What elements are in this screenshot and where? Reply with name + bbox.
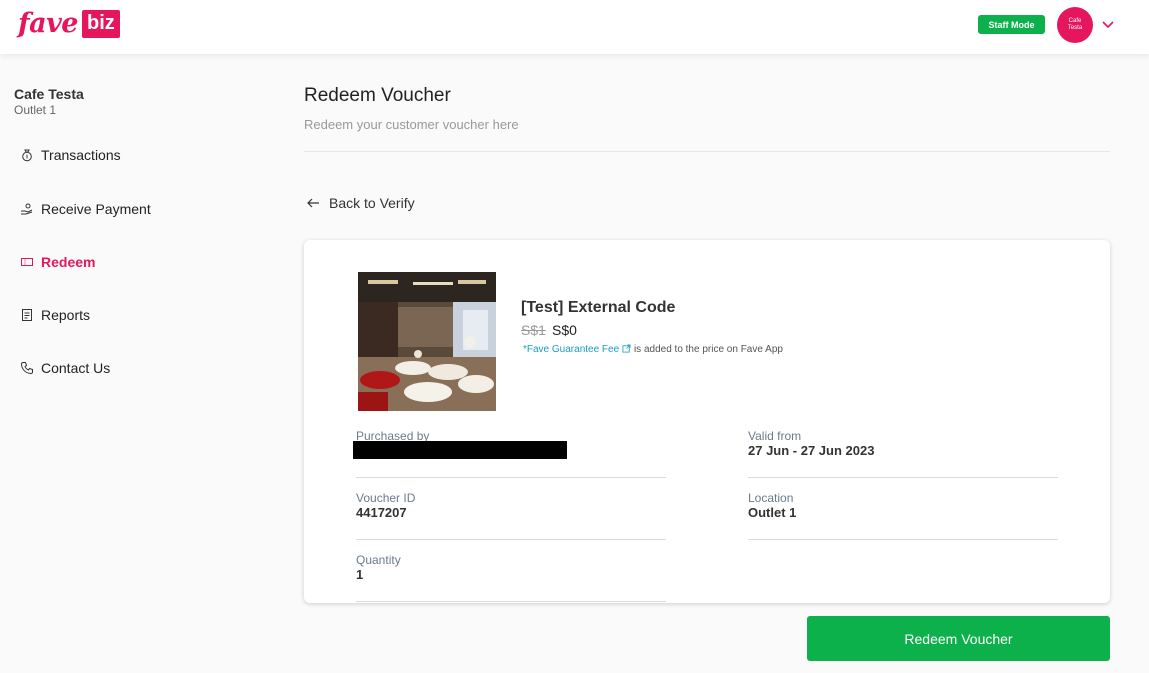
redacted-purchaser <box>353 441 567 459</box>
page-subtitle: Redeem your customer voucher here <box>304 117 519 132</box>
location-value: Outlet 1 <box>748 505 797 520</box>
quantity-value: 1 <box>356 567 364 582</box>
sidebar-item-transactions[interactable]: Transactions <box>20 147 121 163</box>
page-title: Redeem Voucher <box>304 85 451 106</box>
avatar[interactable]: Cafe Testa <box>1057 7 1093 43</box>
receive-payment-icon <box>21 203 33 215</box>
chevron-down-icon[interactable] <box>1101 17 1115 31</box>
sidebar-item-receive-payment[interactable]: Receive Payment <box>20 201 151 217</box>
voucher-id-value: 4417207 <box>356 505 407 520</box>
field-divider <box>748 539 1058 540</box>
sidebar-item-reports[interactable]: Reports <box>20 307 90 323</box>
voucher-id-label: Voucher ID <box>356 491 416 505</box>
fee-link-label: *Fave Guarantee Fee <box>523 344 620 355</box>
sidebar-item-label: Redeem <box>41 254 96 270</box>
money-bag-icon <box>22 149 32 162</box>
sidebar-item-label: Transactions <box>41 147 121 163</box>
logo-badge: biz <box>81 9 120 38</box>
voucher-icon <box>21 258 33 266</box>
quantity-label: Quantity <box>356 553 401 567</box>
fee-note: *Fave Guarantee Fee is added to the pric… <box>523 344 783 355</box>
current-price: S$0 <box>552 322 577 338</box>
sidebar-item-label: Contact Us <box>41 360 111 376</box>
phone-icon <box>20 362 33 375</box>
sidebar-item-label: Receive Payment <box>41 201 151 217</box>
fee-note-text: is added to the price on Fave App <box>633 344 783 355</box>
report-icon <box>22 309 32 321</box>
staff-mode-button[interactable]: Staff Mode <box>978 15 1045 34</box>
voucher-image <box>358 272 496 411</box>
voucher-card: [Test] External Code S$1 S$0 *Fave Guara… <box>304 240 1110 603</box>
field-divider <box>356 477 666 478</box>
field-divider <box>748 477 1058 478</box>
sidebar-item-redeem[interactable]: Redeem <box>20 254 95 270</box>
original-price: S$1 <box>521 322 546 338</box>
sidebar-item-contact-us[interactable]: Contact Us <box>20 360 110 376</box>
fave-guarantee-fee-link[interactable]: *Fave Guarantee Fee <box>523 344 631 355</box>
voucher-title: [Test] External Code <box>521 299 676 316</box>
fave-biz-logo[interactable]: fave biz <box>18 8 120 39</box>
outlet-sub: Outlet 1 <box>14 103 57 117</box>
valid-from-value: 27 Jun - 27 Jun 2023 <box>748 443 875 458</box>
sidebar-item-label: Reports <box>41 307 91 323</box>
field-divider <box>356 539 666 540</box>
outlet-name: Cafe Testa <box>14 86 84 102</box>
external-link-icon <box>622 344 631 353</box>
arrow-left-icon <box>307 198 319 208</box>
logo-wordmark: fave <box>18 8 78 39</box>
top-bar: fave biz Staff Mode Cafe Testa <box>0 0 1149 54</box>
valid-from-label: Valid from <box>748 429 802 443</box>
redeem-voucher-button[interactable]: Redeem Voucher <box>807 616 1110 661</box>
field-divider <box>356 601 666 602</box>
divider <box>304 151 1110 152</box>
location-label: Location <box>748 491 794 505</box>
back-label: Back to Verify <box>329 195 415 211</box>
back-to-verify-link[interactable]: Back to Verify <box>306 195 415 211</box>
